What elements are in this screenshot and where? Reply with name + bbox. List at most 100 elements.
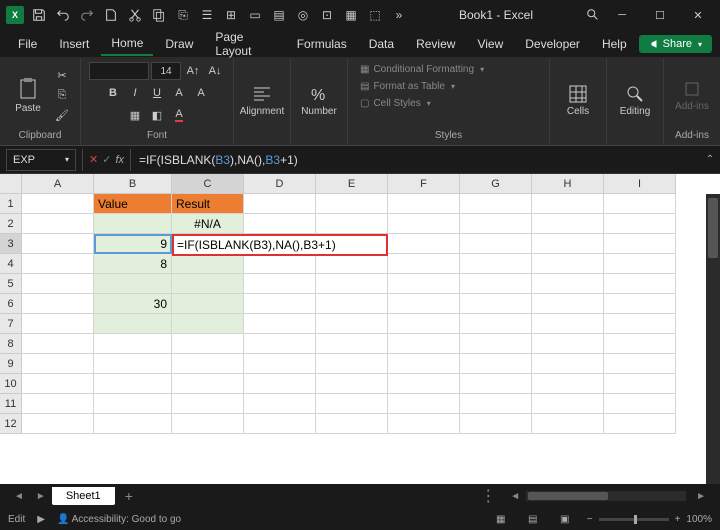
cell-c10[interactable] — [172, 374, 244, 394]
cell-c8[interactable] — [172, 334, 244, 354]
cell-i4[interactable] — [604, 254, 676, 274]
cell-c7[interactable] — [172, 314, 244, 334]
copy-button[interactable]: ⎘ — [52, 86, 72, 104]
cell-b5[interactable] — [94, 274, 172, 294]
cell-h10[interactable] — [532, 374, 604, 394]
cell-g3[interactable] — [460, 234, 532, 254]
cell-i11[interactable] — [604, 394, 676, 414]
cell-f6[interactable] — [388, 294, 460, 314]
cell-e10[interactable] — [316, 374, 388, 394]
row-header-6[interactable]: 6 — [0, 294, 22, 314]
cell-f9[interactable] — [388, 354, 460, 374]
cell-c4[interactable] — [172, 254, 244, 274]
cell-f4[interactable] — [388, 254, 460, 274]
row-header-1[interactable]: 1 — [0, 194, 22, 214]
column-header-h[interactable]: H — [532, 174, 604, 194]
border-button[interactable]: ▦ — [125, 106, 145, 124]
cell-c6[interactable] — [172, 294, 244, 314]
cell-f12[interactable] — [388, 414, 460, 434]
name-box[interactable]: EXP▾ — [6, 149, 76, 171]
cell-h8[interactable] — [532, 334, 604, 354]
cell-b8[interactable] — [94, 334, 172, 354]
cell-i10[interactable] — [604, 374, 676, 394]
decrease-font-button[interactable]: A↓ — [205, 62, 225, 80]
column-header-c[interactable]: C — [172, 174, 244, 194]
cell-d7[interactable] — [244, 314, 316, 334]
menu-review[interactable]: Review — [406, 33, 465, 55]
cell-e6[interactable] — [316, 294, 388, 314]
accessibility-status[interactable]: 👤 Accessibility: Good to go — [57, 514, 181, 525]
save-icon[interactable] — [28, 4, 50, 26]
inline-formula-editor[interactable]: =IF(ISBLANK(B3),NA(),B3+1) — [172, 234, 388, 256]
menu-view[interactable]: View — [467, 33, 513, 55]
close-button[interactable]: ✕ — [680, 1, 716, 29]
cancel-formula-button[interactable]: ✕ — [89, 153, 98, 166]
menu-help[interactable]: Help — [592, 33, 637, 55]
cell-g7[interactable] — [460, 314, 532, 334]
editing-button[interactable]: Editing — [615, 71, 655, 131]
cell-e1[interactable] — [316, 194, 388, 214]
cell-h11[interactable] — [532, 394, 604, 414]
cell-a5[interactable] — [22, 274, 94, 294]
menu-insert[interactable]: Insert — [49, 33, 99, 55]
fill-color-button[interactable]: ◧ — [147, 106, 167, 124]
cell-e11[interactable] — [316, 394, 388, 414]
sheet-tab-active[interactable]: Sheet1 — [52, 487, 115, 505]
row-header-5[interactable]: 5 — [0, 274, 22, 294]
cell-g6[interactable] — [460, 294, 532, 314]
cell-b6[interactable]: 30 — [94, 294, 172, 314]
expand-formula-bar-button[interactable]: ⌃ — [700, 154, 720, 165]
cell-i8[interactable] — [604, 334, 676, 354]
column-header-g[interactable]: G — [460, 174, 532, 194]
font-size-select[interactable] — [151, 62, 181, 80]
cell-g5[interactable] — [460, 274, 532, 294]
cell-f2[interactable] — [388, 214, 460, 234]
vertical-scrollbar[interactable] — [706, 194, 720, 484]
hscroll-right[interactable]: ► — [690, 491, 712, 502]
cell-c5[interactable] — [172, 274, 244, 294]
zoom-slider[interactable] — [599, 518, 669, 521]
new-icon[interactable] — [100, 4, 122, 26]
cell-a8[interactable] — [22, 334, 94, 354]
cell-d11[interactable] — [244, 394, 316, 414]
qat-btn-13[interactable]: ◎ — [292, 4, 314, 26]
zoom-out-button[interactable]: − — [587, 514, 593, 525]
cell-d10[interactable] — [244, 374, 316, 394]
number-button[interactable]: % Number — [299, 71, 339, 131]
cell-a10[interactable] — [22, 374, 94, 394]
share-button[interactable]: Share — [639, 35, 712, 53]
page-break-view-button[interactable]: ▣ — [555, 511, 575, 527]
qat-btn-11[interactable]: ▭ — [244, 4, 266, 26]
cell-d1[interactable] — [244, 194, 316, 214]
cell-a1[interactable] — [22, 194, 94, 214]
cell-e12[interactable] — [316, 414, 388, 434]
cut-button[interactable]: ✂ — [52, 66, 72, 84]
cell-a3[interactable] — [22, 234, 94, 254]
conditional-formatting-button[interactable]: ▦ Conditional Formatting — [356, 62, 488, 77]
italic-button[interactable]: I — [125, 84, 145, 102]
cell-i5[interactable] — [604, 274, 676, 294]
cell-h5[interactable] — [532, 274, 604, 294]
row-header-4[interactable]: 4 — [0, 254, 22, 274]
cell-c12[interactable] — [172, 414, 244, 434]
cell-h1[interactable] — [532, 194, 604, 214]
cell-f11[interactable] — [388, 394, 460, 414]
addins-button[interactable]: Add-ins — [672, 65, 712, 125]
increase-font-button[interactable]: A↑ — [183, 62, 203, 80]
cell-h7[interactable] — [532, 314, 604, 334]
row-header-10[interactable]: 10 — [0, 374, 22, 394]
cell-f7[interactable] — [388, 314, 460, 334]
cell-d4[interactable] — [244, 254, 316, 274]
cell-g8[interactable] — [460, 334, 532, 354]
horizontal-scrollbar[interactable] — [526, 491, 686, 501]
cell-e4[interactable] — [316, 254, 388, 274]
row-header-8[interactable]: 8 — [0, 334, 22, 354]
menu-formulas[interactable]: Formulas — [287, 33, 357, 55]
cell-a7[interactable] — [22, 314, 94, 334]
cell-i12[interactable] — [604, 414, 676, 434]
zoom-level[interactable]: 100% — [686, 514, 712, 525]
cell-h2[interactable] — [532, 214, 604, 234]
menu-home[interactable]: Home — [101, 32, 153, 56]
row-header-12[interactable]: 12 — [0, 414, 22, 434]
cell-e5[interactable] — [316, 274, 388, 294]
